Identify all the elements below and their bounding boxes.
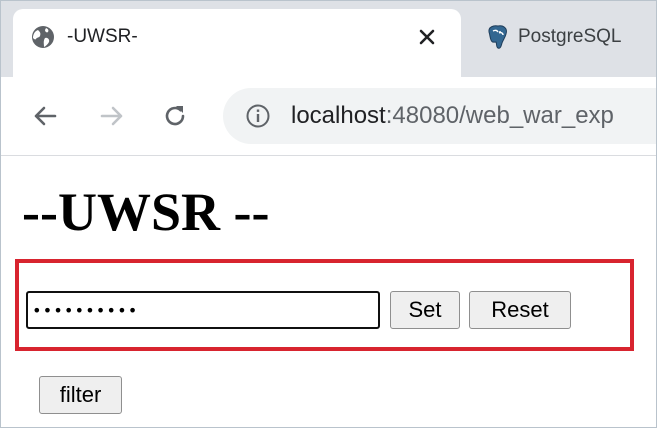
globe-icon — [32, 26, 54, 48]
back-arrow-icon[interactable] — [31, 102, 59, 130]
browser-toolbar: localhost:48080/web_war_exp — [1, 77, 656, 156]
set-button[interactable]: Set — [390, 291, 460, 329]
url-path: :48080/web_war_exp — [385, 102, 614, 129]
address-bar[interactable]: localhost:48080/web_war_exp — [223, 88, 656, 144]
url-text: localhost:48080/web_war_exp — [291, 101, 614, 131]
tab-title: -UWSR- — [67, 26, 138, 47]
filter-button[interactable]: filter — [39, 376, 122, 414]
browser-window: -UWSR- PostgreSQL localhost:48080/web_wa… — [0, 0, 657, 428]
page-title: --UWSR -- — [22, 182, 270, 242]
reset-button[interactable]: Reset — [469, 291, 571, 329]
tab-strip: -UWSR- PostgreSQL — [1, 1, 656, 77]
tab-title: PostgreSQL — [518, 26, 622, 47]
forward-arrow-icon[interactable] — [98, 102, 126, 130]
postgresql-elephant-icon — [488, 25, 507, 49]
info-icon[interactable] — [245, 103, 271, 129]
close-tab-icon[interactable] — [415, 25, 439, 49]
reload-icon[interactable] — [161, 102, 189, 130]
url-host: localhost — [291, 102, 386, 129]
password-input[interactable] — [26, 291, 380, 329]
